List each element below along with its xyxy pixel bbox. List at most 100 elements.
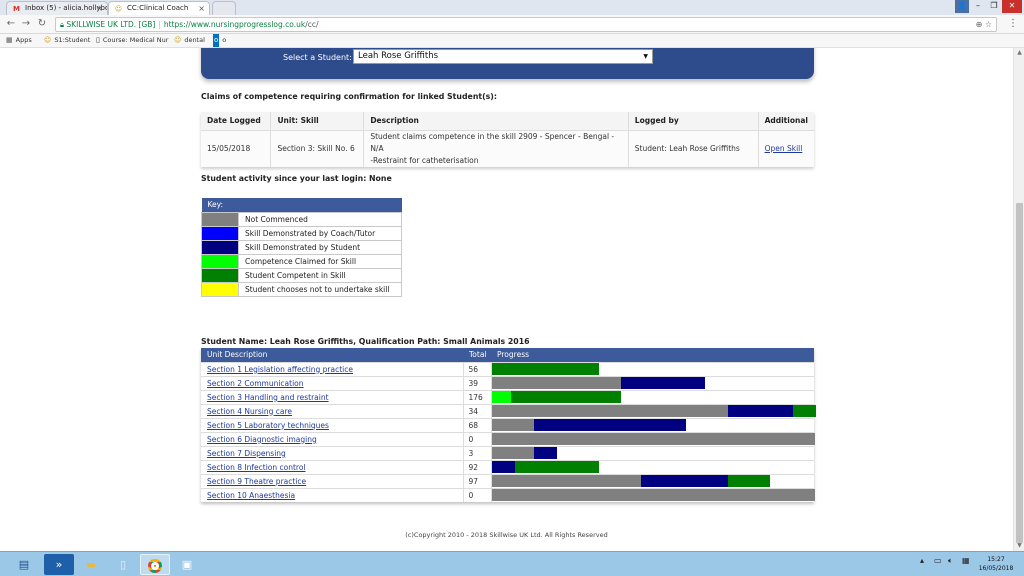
progress-table-wrap: Unit Description Total Progress Section … xyxy=(201,348,816,502)
key-label: Not Commenced xyxy=(238,211,402,227)
col-date-logged: Date Logged xyxy=(201,112,272,130)
unit-total: 34 xyxy=(462,403,491,418)
progress-segment xyxy=(491,433,815,445)
progress-table: Unit Description Total Progress Section … xyxy=(201,348,816,502)
student-select-value: Leah Rose Griffiths xyxy=(358,51,439,61)
tab-gmail[interactable]: M Inbox (5) - alicia.hollybon × xyxy=(6,1,108,15)
volume-icon[interactable]: 🔈︎ xyxy=(948,556,953,566)
forward-arrow-icon[interactable]: → xyxy=(20,18,32,30)
unit-link[interactable]: Section 1 Legislation affecting practice xyxy=(207,365,353,374)
zoom-icon[interactable]: ⊕ xyxy=(976,20,983,29)
progress-segment xyxy=(640,475,728,487)
bookmark-student[interactable]: ☺ S1:Student xyxy=(44,34,90,47)
unit-total: 97 xyxy=(462,473,491,488)
close-tab-icon[interactable]: × xyxy=(96,2,103,15)
network-icon[interactable]: ▭ xyxy=(934,556,942,565)
progress-cell xyxy=(490,389,814,404)
unit-cell: Section 9 Theatre practice xyxy=(201,473,463,488)
open-skill-link[interactable]: Open Skill xyxy=(765,144,803,153)
back-arrow-icon[interactable]: ← xyxy=(5,18,17,30)
progress-cell xyxy=(490,473,814,488)
url-path: /cc/ xyxy=(305,20,319,29)
unit-link[interactable]: Section 6 Diagnostic imaging xyxy=(207,435,317,444)
table-row: Section 5 Laboratory techniques 68 xyxy=(201,417,814,432)
progress-title: Student Name: Leah Rose Griffiths, Quali… xyxy=(201,337,530,346)
unit-link[interactable]: Section 2 Communication xyxy=(207,379,304,388)
start-icon[interactable]: ▤ xyxy=(12,554,36,575)
tab-clinical-coach[interactable]: ☺ CC:Clinical Coach × xyxy=(108,1,210,15)
bookmark-apps[interactable]: ▦ Apps xyxy=(6,34,32,47)
unit-cell: Section 2 Communication xyxy=(201,375,463,390)
taskbar-clock[interactable]: 15:27 16/05/2018 xyxy=(976,555,1016,573)
unit-link[interactable]: Section 4 Nursing care xyxy=(207,407,292,416)
powershell-icon[interactable]: » xyxy=(44,554,74,575)
unit-link[interactable]: Section 8 Infection control xyxy=(207,463,306,472)
progress-cell xyxy=(490,459,815,474)
bookmark-dental[interactable]: ☺ dental xyxy=(174,34,205,47)
restore-icon[interactable]: ❐ xyxy=(986,0,1002,13)
progress-cell xyxy=(490,403,816,418)
remote-desktop-icon[interactable]: ▣ xyxy=(172,554,202,575)
unit-total: 0 xyxy=(462,487,491,502)
bookmark-course[interactable]: ▯ Course: Medical Nur xyxy=(96,34,168,47)
student-select[interactable]: Leah Rose Griffiths ▼ xyxy=(353,49,653,64)
unit-total: 0 xyxy=(462,431,491,446)
col-unit-description: Unit Description xyxy=(201,348,463,362)
claim-description: Student claims competence in the skill 2… xyxy=(363,129,629,167)
unit-cell: Section 3 Handling and restraint xyxy=(201,389,463,404)
unit-link[interactable]: Section 3 Handling and restraint xyxy=(207,393,329,402)
unit-link[interactable]: Section 10 Anaesthesia xyxy=(207,491,295,500)
progress-segment xyxy=(491,419,534,431)
col-total: Total xyxy=(463,348,491,362)
tray-chevron-icon[interactable]: ▴ xyxy=(920,556,924,565)
claim-date: 15/05/2018 xyxy=(201,129,272,167)
key-swatch xyxy=(201,281,239,297)
key-row: Student chooses not to undertake skill xyxy=(201,281,402,297)
url-bar[interactable]: 🔒︎ SKILLWISE UK LTD. [GB] | https://www.nu… xyxy=(55,17,997,32)
scroll-thumb[interactable] xyxy=(1016,203,1023,543)
unit-link[interactable]: Section 9 Theatre practice xyxy=(207,477,306,486)
unit-total: 92 xyxy=(462,459,491,474)
url-host: https://www.nursingprogresslog.co.uk xyxy=(163,20,306,29)
bookmark-outlook[interactable]: oo xyxy=(213,34,226,47)
page-scrollbar[interactable]: ▲ ▼ xyxy=(1013,48,1024,551)
progress-bar xyxy=(491,433,815,445)
file-explorer-icon[interactable]: ▬ xyxy=(76,554,106,575)
profile-icon[interactable]: 👤 xyxy=(955,0,969,13)
security-label: SKILLWISE UK LTD. [GB] xyxy=(66,20,156,29)
progress-cell xyxy=(490,417,814,432)
progress-bar xyxy=(491,461,815,473)
bookmark-star-icon[interactable]: ☆ xyxy=(985,20,992,29)
table-row: Section 9 Theatre practice 97 xyxy=(201,473,814,488)
progress-segment xyxy=(491,377,621,389)
progress-segment xyxy=(620,377,705,389)
progress-segment xyxy=(491,489,815,502)
skillwise-icon: ☺ xyxy=(114,5,123,13)
close-tab-icon[interactable]: × xyxy=(198,2,205,15)
progress-cell xyxy=(490,361,814,376)
unit-total: 176 xyxy=(462,389,491,404)
col-unit-skill: Unit: Skill xyxy=(270,112,365,130)
reload-icon[interactable]: ↻ xyxy=(36,18,48,30)
unit-link[interactable]: Section 7 Dispensing xyxy=(207,449,286,458)
progress-segment xyxy=(491,391,511,403)
action-center-icon[interactable]: ▦ xyxy=(962,556,970,565)
scroll-down-icon[interactable]: ▼ xyxy=(1015,542,1024,549)
browser-menu-icon[interactable]: ⋮ xyxy=(1008,18,1018,29)
unit-link[interactable]: Section 5 Laboratory techniques xyxy=(207,421,329,430)
scroll-up-icon[interactable]: ▲ xyxy=(1015,49,1024,56)
progress-segment xyxy=(533,447,557,459)
unit-total: 68 xyxy=(462,417,491,432)
minimize-icon[interactable]: – xyxy=(970,0,986,13)
progress-bar xyxy=(491,489,815,502)
notepad-icon[interactable]: ▯ xyxy=(108,554,138,575)
key-row: Not Commenced xyxy=(201,211,402,227)
key-swatch xyxy=(201,253,239,269)
new-tab-button[interactable] xyxy=(212,1,236,15)
key-label: Student Competent in Skill xyxy=(238,267,402,283)
address-toolbar: ← → ↻ 🔒︎ SKILLWISE UK LTD. [GB] | https://… xyxy=(0,15,1024,34)
chrome-icon[interactable] xyxy=(140,554,170,575)
table-row: Section 2 Communication 39 xyxy=(201,375,814,390)
progress-segment xyxy=(491,461,515,473)
close-window-icon[interactable]: ✕ xyxy=(1002,0,1022,13)
